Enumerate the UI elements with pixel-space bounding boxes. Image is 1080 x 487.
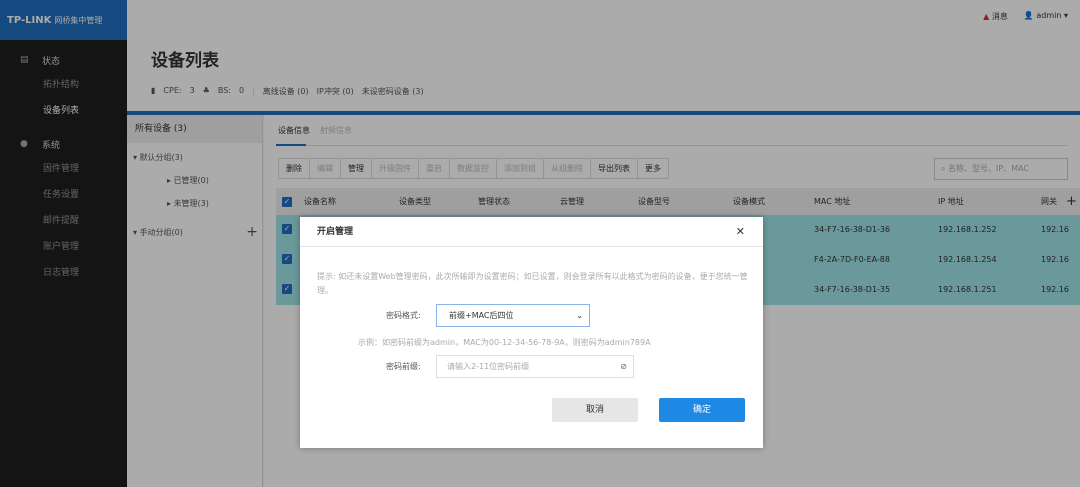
input-placeholder: 请输入2-11位密码前缀 xyxy=(447,362,530,371)
password-format-label: 密码格式: xyxy=(386,311,421,320)
cancel-button[interactable]: 取消 xyxy=(552,398,638,422)
enable-management-dialog: 开启管理 ✕ 提示: 如还未设置Web管理密码，此次所输即为设置密码；如已设置，… xyxy=(300,217,763,448)
close-icon[interactable]: ✕ xyxy=(736,225,745,238)
chevron-down-icon: ⌄ xyxy=(576,311,583,320)
eye-slash-icon[interactable]: ⊘ xyxy=(620,356,627,377)
confirm-button[interactable]: 确定 xyxy=(659,398,745,422)
password-prefix-input[interactable]: 请输入2-11位密码前缀 ⊘ xyxy=(436,355,634,378)
dialog-title: 开启管理 xyxy=(300,217,763,247)
select-value: 前缀+MAC后四位 xyxy=(449,311,514,320)
password-format-select[interactable]: 前缀+MAC后四位 ⌄ xyxy=(436,304,590,327)
password-prefix-label: 密码前缀: xyxy=(386,362,421,371)
password-example: 示例：如密码前缀为admin，MAC为00-12-34-56-78-9A，则密码… xyxy=(358,338,651,347)
dialog-hint: 提示: 如还未设置Web管理密码，此次所输即为设置密码；如已设置，则会登录所有以… xyxy=(317,272,748,295)
